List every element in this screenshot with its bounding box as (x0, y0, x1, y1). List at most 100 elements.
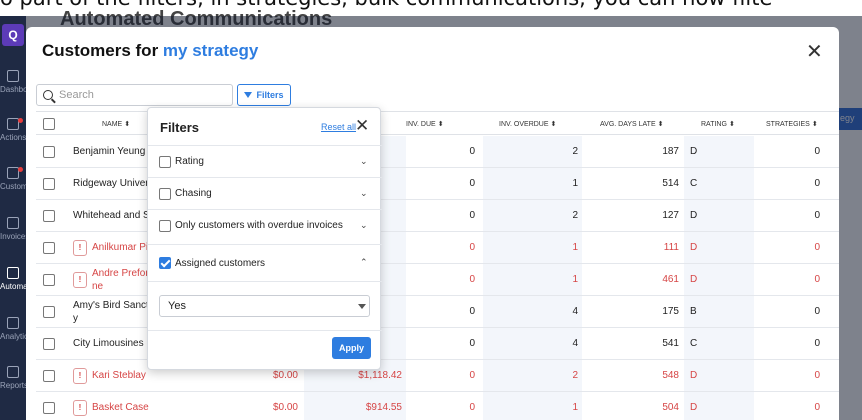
caption-text: o part of the filters, in strategies, bu… (0, 0, 862, 16)
inv-due-cell: 0 (469, 402, 475, 413)
avg-days-late-cell: 187 (662, 146, 679, 157)
notification-dot (18, 167, 23, 172)
customer-name[interactable]: City Limousines (73, 338, 144, 349)
inv-due-cell: 0 (469, 146, 475, 157)
customer-name[interactable]: Kari Steblay (92, 370, 146, 381)
sort-icon: ⬍ (124, 121, 131, 128)
avg-days-late-cell: 175 (662, 306, 679, 317)
customer-name[interactable]: Amy's Bird Sanctu (73, 299, 154, 312)
sidebar-item-reports[interactable]: Reports (0, 366, 26, 390)
app-sidebar: Q Dashboard Actions Customers Invoices A… (0, 16, 26, 420)
customer-name[interactable]: Basket Case (92, 402, 149, 413)
filter-overdue-only[interactable]: Only customers with overdue invoices ⌄ (148, 209, 382, 241)
avg-days-late-cell: 514 (662, 178, 679, 189)
chevron-down-icon[interactable]: ⌄ (360, 220, 368, 231)
inv-overdue-cell: 2 (483, 136, 582, 167)
customer-name[interactable]: Anilkumar Pil (92, 242, 150, 253)
divider (148, 330, 382, 331)
header-name[interactable]: NAME ⬍ (102, 120, 130, 128)
sidebar-item-analytics[interactable]: Analytics (0, 317, 26, 341)
row-checkbox[interactable] (43, 369, 55, 382)
filter-checkbox[interactable] (159, 219, 171, 232)
row-checkbox[interactable] (43, 273, 55, 286)
sidebar-item-actions[interactable]: Actions (0, 118, 26, 142)
rating-cell: D (684, 360, 754, 391)
sidebar-item-customers[interactable]: Customers (0, 167, 26, 191)
row-checkbox[interactable] (43, 401, 55, 414)
inv-due-cell: 0 (469, 306, 475, 317)
app-logo[interactable]: Q (2, 24, 24, 46)
search-input[interactable] (59, 89, 219, 101)
search-field[interactable] (36, 84, 233, 106)
filter-rating[interactable]: Rating ⌄ (148, 145, 382, 177)
avg-days-late-cell: 548 (662, 370, 679, 381)
header-rating[interactable]: RATING ⬍ (701, 120, 735, 128)
select-all-checkbox[interactable] (43, 118, 55, 130)
header-strategies[interactable]: STRATEGIES ⬍ (766, 120, 818, 128)
rating-cell: D (684, 200, 754, 231)
filter-icon (244, 92, 253, 98)
strategies-cell: 0 (814, 306, 820, 317)
rating-cell: C (684, 328, 754, 359)
chevron-up-icon[interactable]: ⌃ (360, 257, 368, 268)
rating-cell: B (684, 296, 754, 327)
header-inv-due[interactable]: INV. DUE ⬍ (406, 120, 444, 128)
inv-due-cell: 0 (469, 178, 475, 189)
row-checkbox[interactable] (43, 209, 55, 222)
rating-cell: D (684, 264, 754, 295)
search-icon (43, 90, 53, 100)
avg-days-late-cell: 111 (663, 242, 679, 253)
filter-checkbox[interactable] (159, 155, 171, 168)
avg-days-late-cell: 127 (662, 210, 679, 221)
customer-name[interactable]: Benjamin Yeung (73, 146, 145, 157)
home-icon (7, 70, 19, 82)
inv-overdue-cell: 2 (483, 360, 582, 391)
table-row[interactable]: ! Basket Case $0.00 $914.55 0 1 504 D 0 (36, 392, 839, 420)
inv-overdue-cell: 2 (483, 200, 582, 231)
close-icon[interactable]: ✕ (806, 39, 823, 64)
filters-panel: Filters Reset all ✕ Rating ⌄ Chasing ⌄ O… (147, 107, 382, 370)
sort-icon: ⬍ (811, 121, 818, 128)
sidebar-item-invoices[interactable]: Invoices (0, 217, 26, 241)
sort-icon: ⬍ (728, 121, 735, 128)
filters-button[interactable]: Filters (237, 84, 291, 106)
sidebar-item-automation[interactable]: Automation (0, 267, 26, 291)
close-icon[interactable]: ✕ (355, 116, 369, 136)
rating-cell: C (684, 168, 754, 199)
avg-days-late-cell: 504 (662, 402, 679, 413)
sort-icon: ⬍ (657, 121, 664, 128)
modal-title: Customers for my strategy (42, 41, 259, 60)
row-checkbox[interactable] (43, 177, 55, 190)
customer-name[interactable]: Whitehead and So (73, 210, 155, 221)
row-checkbox[interactable] (43, 241, 55, 254)
chevron-down-icon[interactable]: ⌄ (360, 188, 368, 199)
rating-cell: D (684, 392, 754, 420)
due-amt-cell: $0.00 (272, 402, 298, 413)
header-avg-days-late[interactable]: AVG. DAYS LATE ⬍ (600, 120, 664, 128)
assigned-customers-select[interactable]: Yes (159, 295, 370, 317)
filter-assigned-customers[interactable]: Assigned customers ⌃ (148, 244, 382, 282)
header-inv-overdue[interactable]: INV. OVERDUE ⬍ (499, 120, 556, 128)
row-checkbox[interactable] (43, 145, 55, 158)
chevron-down-icon[interactable]: ⌄ (360, 156, 368, 167)
customer-name[interactable]: Andre Prefon (92, 267, 151, 280)
strategies-cell: 0 (814, 274, 820, 285)
customer-name[interactable]: Ridgeway Univers (73, 178, 154, 189)
filter-checkbox-checked[interactable] (159, 257, 171, 269)
chevron-down-icon (358, 304, 366, 309)
inv-overdue-cell: 1 (483, 264, 582, 295)
apply-button[interactable]: Apply (332, 337, 371, 359)
filter-checkbox[interactable] (159, 187, 171, 200)
filter-chasing[interactable]: Chasing ⌄ (148, 177, 382, 209)
row-checkbox[interactable] (43, 337, 55, 350)
strategies-cell: 0 (814, 338, 820, 349)
inv-overdue-cell: 1 (483, 232, 582, 263)
rating-cell: D (684, 136, 754, 167)
inv-overdue-cell: 4 (483, 296, 582, 327)
reset-all-link[interactable]: Reset all (321, 122, 356, 132)
inv-due-cell: 0 (469, 242, 475, 253)
chart-icon (7, 317, 19, 329)
row-checkbox[interactable] (43, 305, 55, 318)
sidebar-item-dashboard[interactable]: Dashboard (0, 70, 26, 94)
strategies-cell: 0 (814, 146, 820, 157)
